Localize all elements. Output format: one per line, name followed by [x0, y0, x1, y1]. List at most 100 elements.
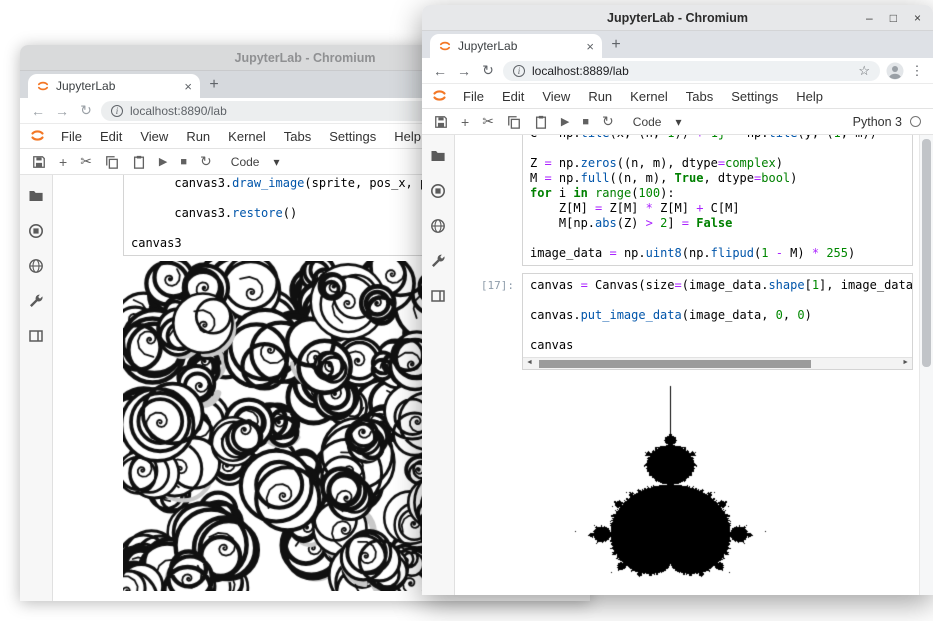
add-cell-icon[interactable]: +	[461, 114, 469, 130]
close-icon[interactable]: ×	[914, 11, 921, 25]
stop-kernel-icon[interactable]: ■	[582, 116, 589, 128]
cell-code[interactable]: C = np.tile(x, (n, 1)) + 1j * np.tile(y,…	[530, 135, 905, 261]
restart-kernel-icon[interactable]: ↻	[200, 153, 212, 170]
cell-type-select[interactable]: Code ▾	[633, 115, 682, 129]
browser-menu-icon[interactable]: ⋮	[910, 63, 924, 79]
kernel-status-icon	[910, 116, 921, 127]
window-title: JupyterLab - Chromium	[607, 11, 748, 25]
code-line: Z[M] = Z[M] * Z[M] + C[M]	[530, 201, 905, 216]
address-bar[interactable]: i localhost:8889/lab ☆	[503, 61, 880, 81]
commands-globe-icon[interactable]	[429, 217, 447, 235]
site-info-icon[interactable]: i	[111, 105, 123, 117]
save-icon[interactable]	[32, 155, 46, 169]
menu-help[interactable]: Help	[787, 89, 832, 104]
paste-cells-icon[interactable]	[534, 115, 548, 129]
menu-kernel[interactable]: Kernel	[219, 129, 275, 144]
jupyterlab-sidebar	[422, 135, 455, 595]
cut-cells-icon[interactable]: ✂	[482, 113, 494, 130]
add-cell-icon[interactable]: +	[59, 154, 67, 170]
cell-editor[interactable]: canvas = Canvas(size=(image_data.shape[1…	[522, 273, 913, 370]
restart-kernel-icon[interactable]: ↻	[602, 113, 614, 130]
stop-kernel-icon[interactable]: ■	[180, 156, 187, 168]
scroll-right-icon[interactable]: ►	[902, 359, 909, 366]
horizontal-scrollbar[interactable]: ◄ ►	[523, 357, 912, 369]
file-browser-icon[interactable]	[27, 187, 45, 205]
cell-type-value: Code	[633, 115, 662, 129]
code-line: for i in range(100):	[530, 186, 905, 201]
browser-tab-jupyterlab[interactable]: JupyterLab ×	[28, 74, 200, 98]
avatar[interactable]	[886, 62, 904, 80]
menu-tabs[interactable]: Tabs	[275, 129, 320, 144]
forward-icon[interactable]: →	[53, 103, 71, 119]
paste-cells-icon[interactable]	[132, 155, 146, 169]
running-sessions-icon[interactable]	[429, 182, 447, 200]
menu-kernel[interactable]: Kernel	[621, 89, 677, 104]
new-tab-button[interactable]: +	[602, 36, 630, 58]
commands-globe-icon[interactable]	[27, 257, 45, 275]
code-cell[interactable]: C = np.tile(x, (n, 1)) + 1j * np.tile(y,…	[455, 135, 913, 266]
reload-icon[interactable]: ↻	[479, 62, 497, 79]
menu-settings[interactable]: Settings	[722, 89, 787, 104]
notebook-toolbar: + ✂ ▶ ■ ↻ Code ▾ Python 3	[422, 109, 933, 135]
scrollbar-thumb[interactable]	[539, 360, 811, 368]
tab-close-icon[interactable]: ×	[586, 39, 594, 54]
scrollbar-thumb[interactable]	[922, 139, 931, 367]
open-tabs-icon[interactable]	[27, 327, 45, 345]
cell-prompt	[53, 175, 123, 177]
cell-type-select[interactable]: Code ▾	[231, 155, 280, 169]
copy-cells-icon[interactable]	[507, 115, 521, 129]
cell-editor[interactable]: C = np.tile(x, (n, 1)) + 1j * np.tile(y,…	[522, 135, 913, 266]
code-line	[530, 141, 905, 156]
tab-strip: JupyterLab × +	[422, 31, 933, 58]
back-icon[interactable]: ←	[29, 103, 47, 119]
file-browser-icon[interactable]	[429, 147, 447, 165]
tab-close-icon[interactable]: ×	[184, 79, 192, 94]
menu-run[interactable]: Run	[579, 89, 621, 104]
save-icon[interactable]	[434, 115, 448, 129]
titlebar[interactable]: JupyterLab - Chromium – □ ×	[422, 5, 933, 31]
reload-icon[interactable]: ↻	[77, 102, 95, 119]
code-line: canvas.put_image_data(image_data, 0, 0)	[530, 308, 905, 323]
run-cell-icon[interactable]: ▶	[159, 155, 167, 168]
back-icon[interactable]: ←	[431, 63, 449, 79]
cell-code[interactable]: canvas = Canvas(size=(image_data.shape[1…	[530, 278, 905, 353]
forward-icon[interactable]: →	[455, 63, 473, 79]
menu-edit[interactable]: Edit	[91, 129, 131, 144]
site-info-icon[interactable]: i	[513, 65, 525, 77]
minimize-icon[interactable]: –	[866, 11, 873, 25]
code-cell[interactable]: [17]: canvas = Canvas(size=(image_data.s…	[455, 273, 913, 370]
code-line: M = np.full((n, m), True, dtype=bool)	[530, 171, 905, 186]
tools-wrench-icon[interactable]	[27, 292, 45, 310]
menu-edit[interactable]: Edit	[493, 89, 533, 104]
menu-view[interactable]: View	[533, 89, 579, 104]
menu-file[interactable]: File	[52, 129, 91, 144]
menu-settings[interactable]: Settings	[320, 129, 385, 144]
kernel-indicator[interactable]: Python 3	[853, 115, 921, 129]
bookmark-star-icon[interactable]: ☆	[858, 63, 870, 79]
running-sessions-icon[interactable]	[27, 222, 45, 240]
run-cell-icon[interactable]: ▶	[561, 115, 569, 128]
browser-window-front: JupyterLab - Chromium – □ × JupyterLab ×…	[422, 5, 933, 595]
new-tab-button[interactable]: +	[200, 76, 228, 98]
jupyterlab-menubar: File Edit View Run Kernel Tabs Settings …	[422, 84, 933, 109]
scroll-left-icon[interactable]: ◄	[526, 359, 533, 366]
tools-wrench-icon[interactable]	[429, 252, 447, 270]
code-line: C = np.tile(x, (n, 1)) + 1j * np.tile(y,…	[530, 135, 905, 141]
menu-file[interactable]: File	[454, 89, 493, 104]
tab-title: JupyterLab	[458, 39, 580, 53]
url-text[interactable]: localhost:8890/lab	[130, 104, 227, 118]
kernel-name: Python 3	[853, 115, 902, 129]
url-text[interactable]: localhost:8889/lab	[532, 64, 629, 78]
vertical-scrollbar[interactable]	[919, 135, 933, 595]
open-tabs-icon[interactable]	[429, 287, 447, 305]
browser-tab-jupyterlab[interactable]: JupyterLab ×	[430, 34, 602, 58]
menu-run[interactable]: Run	[177, 129, 219, 144]
menu-view[interactable]: View	[131, 129, 177, 144]
menu-tabs[interactable]: Tabs	[677, 89, 722, 104]
copy-cells-icon[interactable]	[105, 155, 119, 169]
jupyterlab-sidebar	[20, 175, 53, 601]
maximize-icon[interactable]: □	[890, 11, 897, 25]
code-line: Z = np.zeros((n, m), dtype=complex)	[530, 156, 905, 171]
cell-type-value: Code	[231, 155, 260, 169]
cut-cells-icon[interactable]: ✂	[80, 153, 92, 170]
